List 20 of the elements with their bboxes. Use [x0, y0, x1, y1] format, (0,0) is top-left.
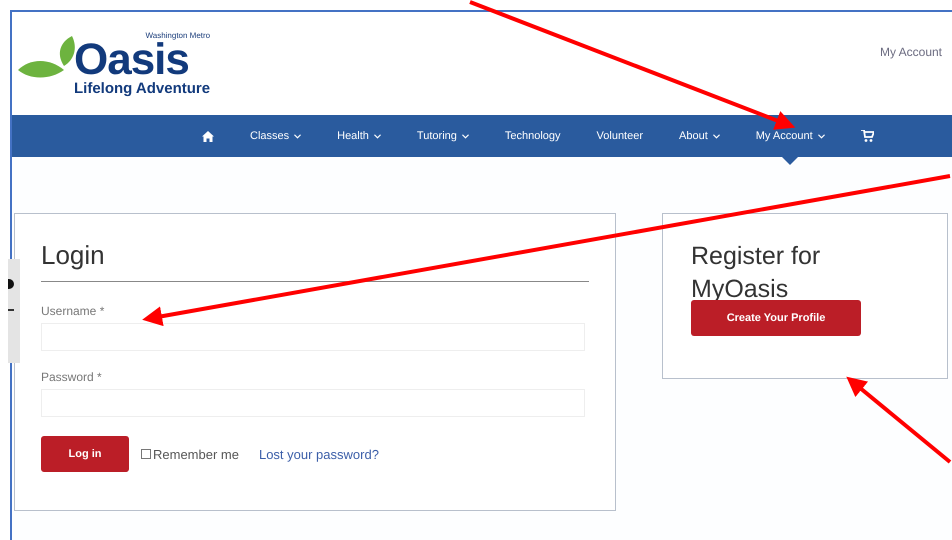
input-field[interactable]	[41, 323, 585, 351]
field-label: Username *	[41, 304, 106, 318]
logo-tagline: Lifelong Adventure	[74, 80, 210, 96]
nav-link[interactable]: Classes	[232, 115, 320, 157]
my-account-link[interactable]: My Account	[880, 44, 942, 58]
nav-link[interactable]: Volunteer	[578, 115, 662, 157]
lost-password-link[interactable]: Lost your password?	[258, 446, 379, 462]
field-label: Password *	[41, 370, 103, 384]
nav-link[interactable]: Health	[319, 115, 399, 157]
logo-name: Oasis	[74, 40, 189, 80]
nav-link[interactable]: Technology	[486, 115, 579, 157]
nav-link[interactable]: About	[661, 115, 738, 157]
logo-tagline: Washington Metro	[146, 30, 210, 40]
nav-link[interactable]: Tutoring	[398, 115, 487, 157]
login-title: Login	[41, 240, 106, 271]
nav-link[interactable]: My Account	[738, 115, 843, 157]
login-button[interactable]: Log in	[41, 436, 129, 472]
create-profile-button[interactable]: Create Your Profile	[691, 300, 861, 336]
remember-me-label: Remember me	[153, 446, 239, 462]
checkbox[interactable]	[141, 449, 151, 459]
